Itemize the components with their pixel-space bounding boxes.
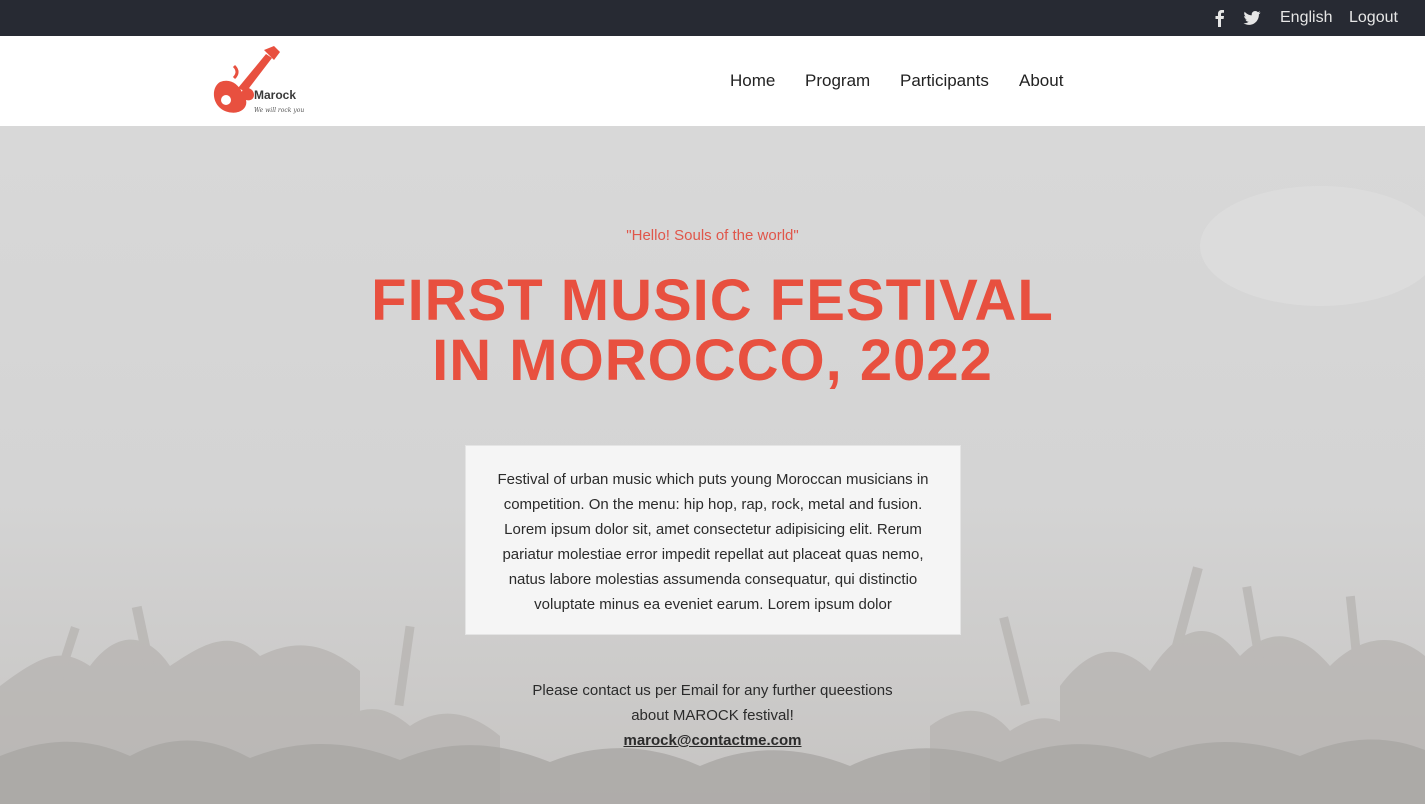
main-navbar: Marock We will rock you Home Program Par…: [0, 36, 1425, 126]
hero-tagline: "Hello! Souls of the world": [626, 227, 799, 244]
hero-headline: FIRST MUSIC FESTIVAL IN MOROCCO, 2022: [0, 271, 1425, 391]
nav-program[interactable]: Program: [805, 71, 870, 91]
nav-participants[interactable]: Participants: [900, 71, 989, 91]
headline-line-2: IN MOROCCO, 2022: [432, 328, 993, 393]
contact-text-line-2: about MAROCK festival!: [631, 707, 794, 724]
marock-logo[interactable]: Marock We will rock you: [208, 44, 318, 120]
contact-section: Please contact us per Email for any furt…: [0, 678, 1425, 753]
headline-line-1: FIRST MUSIC FESTIVAL: [371, 268, 1054, 333]
hero-section: "Hello! Souls of the world" FIRST MUSIC …: [0, 126, 1425, 804]
nav-home[interactable]: Home: [730, 71, 775, 91]
festival-description-box: Festival of urban music which puts young…: [465, 445, 961, 635]
nav-about[interactable]: About: [1019, 71, 1063, 91]
language-link[interactable]: English: [1280, 9, 1332, 27]
contact-email-link[interactable]: marock@contactme.com: [623, 728, 801, 753]
logo-tagline: We will rock you: [254, 107, 304, 114]
twitter-icon[interactable]: [1243, 8, 1261, 28]
contact-text-line-1: Please contact us per Email for any furt…: [532, 682, 893, 699]
top-bar: English Logout: [0, 0, 1425, 36]
logo-wordmark: Marock: [254, 88, 296, 102]
facebook-icon[interactable]: [1213, 8, 1225, 28]
logout-link[interactable]: Logout: [1349, 9, 1398, 27]
festival-description: Festival of urban music which puts young…: [497, 471, 929, 613]
